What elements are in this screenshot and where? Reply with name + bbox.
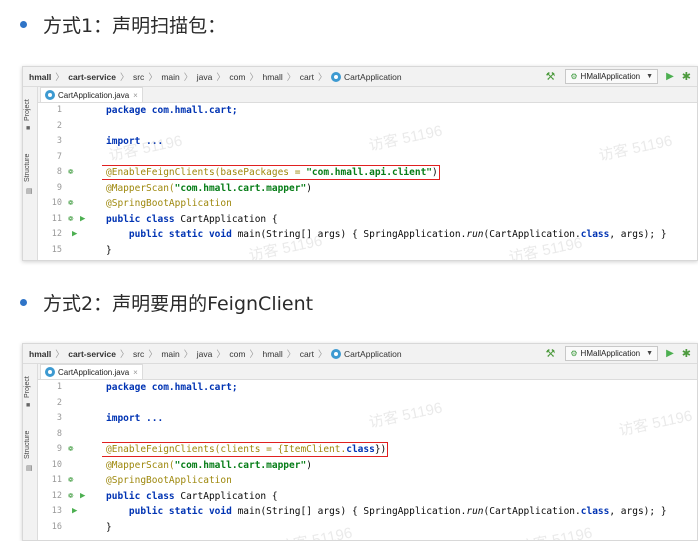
ide-screenshot-2: hmall 〉 cart-service 〉 src 〉 main 〉 java 〉 co… xyxy=(22,343,698,541)
breadcrumb-item[interactable]: main xyxy=(161,72,179,82)
tab-cartapplication[interactable]: CartApplication.java × xyxy=(40,364,143,379)
breadcrumb-item[interactable]: CartApplication xyxy=(344,72,402,82)
navigation-bar: hmall 〉 cart-service 〉 src 〉 main 〉 java 〉 co… xyxy=(23,67,697,87)
run-configuration-label: HMallApplication xyxy=(580,72,641,81)
code-line: 11 ❁ ▶ public class CartApplication { xyxy=(38,211,697,227)
run-gutter-icon[interactable]: ▶ xyxy=(72,506,77,516)
structure-icon: ▤ xyxy=(26,188,33,195)
breadcrumb-item[interactable]: main xyxy=(161,349,179,359)
close-icon[interactable]: × xyxy=(133,368,138,377)
structure-icon: ▤ xyxy=(26,465,33,472)
project-tool-label[interactable]: Project xyxy=(24,99,31,121)
code-line: 12 ❁ ▶ public class CartApplication { xyxy=(38,488,697,504)
spring-boot-icon[interactable]: ❁ xyxy=(68,198,73,208)
class-file-icon xyxy=(45,367,55,377)
section-heading: 方式1：声明扫描包： xyxy=(43,14,227,37)
chevron-down-icon: ▼ xyxy=(646,350,654,357)
highlighted-annotation: @EnableFeignClients(clients = {ItemClien… xyxy=(99,442,389,458)
code-line: 9 ❁ @EnableFeignClients(clients = {ItemCli… xyxy=(38,442,697,458)
code-line: 10 @MapperScan("com.hmall.cart.mapper") xyxy=(38,457,697,473)
code-line: 7 xyxy=(38,149,697,165)
breadcrumb-item[interactable]: com xyxy=(229,72,245,82)
code-line: 3 import ... xyxy=(38,134,697,150)
build-hammer-icon[interactable]: ⚒ xyxy=(546,347,556,360)
spring-bean-icon[interactable]: ❁ xyxy=(68,167,73,177)
highlighted-annotation: @EnableFeignClients(basePackages = "com.… xyxy=(100,165,440,181)
code-line: 2 xyxy=(38,118,697,134)
tab-label: CartApplication.java xyxy=(58,367,130,377)
run-play-icon[interactable]: ▶ xyxy=(666,348,674,359)
debug-bug-icon[interactable]: ✱ xyxy=(682,70,691,83)
tab-label: CartApplication.java xyxy=(58,90,130,100)
code-line: 1 package com.hmall.cart; xyxy=(38,380,697,396)
run-configuration-select[interactable]: ⚙ HMallApplication ▼ xyxy=(565,346,659,361)
code-editor[interactable]: 1 package com.hmall.cart; 2 3 import ... 7… xyxy=(38,103,697,258)
code-line: 10 ❁ @SpringBootApplication xyxy=(38,196,697,212)
breadcrumb-item[interactable]: hmall xyxy=(262,349,282,359)
structure-tool-label[interactable]: Structure xyxy=(24,431,31,459)
code-line: 9 @MapperScan("com.hmall.cart.mapper") xyxy=(38,180,697,196)
breadcrumb-item[interactable]: src xyxy=(133,72,144,82)
run-gutter-icon[interactable]: ▶ xyxy=(80,491,85,501)
bullet-item-1: 方式1：声明扫描包： xyxy=(20,12,227,37)
folder-icon: ■ xyxy=(26,402,31,409)
breadcrumb-item[interactable]: cart-service xyxy=(68,72,116,82)
code-line: 16} xyxy=(38,519,697,535)
breadcrumb-item[interactable]: hmall xyxy=(262,72,282,82)
section-heading: 方式2：声明要用的FeignClient xyxy=(43,292,314,315)
code-line: 1 package com.hmall.cart; xyxy=(38,103,697,119)
breadcrumb-item[interactable]: hmall xyxy=(29,72,51,82)
code-line: 13 ▶ public static void main(String[] arg… xyxy=(38,504,697,520)
navigation-bar: hmall 〉 cart-service 〉 src 〉 main 〉 java 〉 co… xyxy=(23,344,697,364)
chevron-down-icon: ▼ xyxy=(646,73,654,80)
class-file-icon xyxy=(45,90,55,100)
tool-window-strip: Project ■ Structure ▤ xyxy=(23,364,38,540)
bullet-item-2: 方式2：声明要用的FeignClient xyxy=(20,290,314,315)
breadcrumb-item[interactable]: hmall xyxy=(29,349,51,359)
code-line: 15} xyxy=(38,242,697,258)
class-file-icon xyxy=(330,71,341,82)
code-line: 2 xyxy=(38,395,697,411)
folder-icon: ■ xyxy=(26,125,31,132)
project-tool-label[interactable]: Project xyxy=(24,376,31,398)
close-icon[interactable]: × xyxy=(133,91,138,100)
run-gutter-icon[interactable]: ▶ xyxy=(72,229,77,239)
editor-tab-bar: CartApplication.java × xyxy=(38,364,697,380)
breadcrumb-item[interactable]: src xyxy=(133,349,144,359)
run-gutter-icon[interactable]: ▶ xyxy=(80,214,85,224)
tool-window-strip: Project ■ Structure ▤ xyxy=(23,87,38,260)
breadcrumb-item[interactable]: com xyxy=(229,349,245,359)
breadcrumb-item[interactable]: cart xyxy=(300,72,314,82)
structure-tool-label[interactable]: Structure xyxy=(24,154,31,182)
spring-run-icon: ⚙ xyxy=(570,349,578,358)
editor-tab-bar: CartApplication.java × xyxy=(38,87,697,103)
build-hammer-icon[interactable]: ⚒ xyxy=(546,70,556,83)
run-configuration-select[interactable]: ⚙ HMallApplication ▼ xyxy=(565,69,659,84)
run-play-icon[interactable]: ▶ xyxy=(666,71,674,82)
code-line: 3 import ... xyxy=(38,411,697,427)
spring-bean-icon[interactable]: ❁ xyxy=(68,214,73,224)
code-line: 8 ❁ @EnableFeignClients(basePackages = "co… xyxy=(38,165,697,181)
class-file-icon xyxy=(330,348,341,359)
spring-run-icon: ⚙ xyxy=(570,72,578,81)
debug-bug-icon[interactable]: ✱ xyxy=(682,347,691,360)
breadcrumb-item[interactable]: java xyxy=(197,72,213,82)
breadcrumb-item[interactable]: CartApplication xyxy=(344,349,402,359)
run-configuration-label: HMallApplication xyxy=(580,349,641,358)
code-line: 8 xyxy=(38,426,697,442)
breadcrumb-item[interactable]: cart-service xyxy=(68,349,116,359)
bullet-dot xyxy=(20,20,27,28)
ide-screenshot-1: hmall 〉 cart-service 〉 src 〉 main 〉 java 〉 co… xyxy=(22,66,698,261)
spring-bean-icon[interactable]: ❁ xyxy=(68,444,73,454)
spring-boot-icon[interactable]: ❁ xyxy=(68,475,73,485)
breadcrumb-item[interactable]: cart xyxy=(300,349,314,359)
spring-bean-icon[interactable]: ❁ xyxy=(68,491,73,501)
code-line: 12 ▶ public static void main(String[] arg… xyxy=(38,227,697,243)
breadcrumb-item[interactable]: java xyxy=(197,349,213,359)
code-editor[interactable]: 1 package com.hmall.cart; 2 3 import ... 8… xyxy=(38,380,697,535)
tab-cartapplication[interactable]: CartApplication.java × xyxy=(40,87,143,102)
bullet-dot xyxy=(20,298,27,306)
code-line: 11 ❁ @SpringBootApplication xyxy=(38,473,697,489)
